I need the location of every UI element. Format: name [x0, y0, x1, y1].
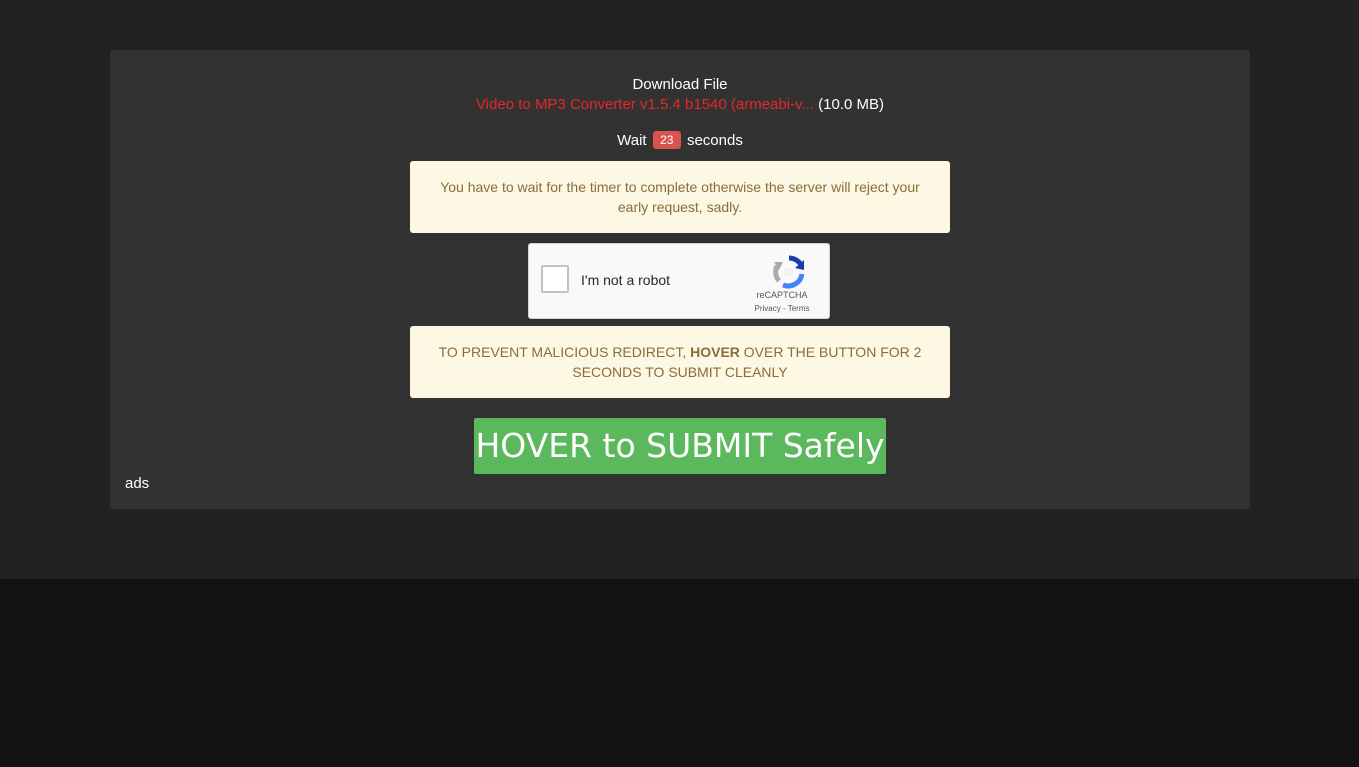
recaptcha-logo-icon	[773, 255, 805, 289]
file-size: (10.0 MB)	[818, 96, 884, 113]
recaptcha-terms-link[interactable]: Terms	[788, 304, 810, 313]
ads-label: ads	[125, 475, 150, 492]
download-card: Download File Video to MP3 Converter v1.…	[110, 50, 1250, 509]
recaptcha-brand: reCAPTCHA	[756, 290, 808, 300]
wait-notice: You have to wait for the timer to comple…	[410, 161, 950, 233]
wait-prefix: Wait	[617, 132, 647, 149]
hover-notice-text: TO PREVENT MALICIOUS REDIRECT, HOVER OVE…	[424, 342, 936, 382]
wait-notice-text: You have to wait for the timer to comple…	[440, 179, 920, 215]
recaptcha-widget: I'm not a robot reCAPTCHA Privacy - Term…	[528, 243, 830, 319]
wait-timer: Wait 23 seconds	[110, 131, 1250, 149]
hover-notice: TO PREVENT MALICIOUS REDIRECT, HOVER OVE…	[410, 326, 950, 398]
recaptcha-checkbox[interactable]	[541, 265, 569, 293]
file-name-link[interactable]: Video to MP3 Converter v1.5.4 b1540 (arm…	[476, 96, 814, 113]
hover-notice-before: TO PREVENT MALICIOUS REDIRECT,	[438, 344, 687, 360]
recaptcha-links: Privacy - Terms	[747, 304, 817, 313]
recaptcha-link-separator: -	[780, 304, 788, 313]
download-title: Download File	[632, 76, 728, 93]
hover-notice-emphasis: HOVER	[690, 344, 740, 360]
submit-button[interactable]: HOVER to SUBMIT Safely	[474, 418, 886, 474]
file-info: Video to MP3 Converter v1.5.4 b1540 (arm…	[110, 96, 1250, 113]
wait-suffix: seconds	[686, 132, 743, 149]
countdown-badge: 23	[652, 131, 681, 149]
recaptcha-privacy-link[interactable]: Privacy	[755, 304, 781, 313]
recaptcha-label: I'm not a robot	[581, 272, 671, 288]
